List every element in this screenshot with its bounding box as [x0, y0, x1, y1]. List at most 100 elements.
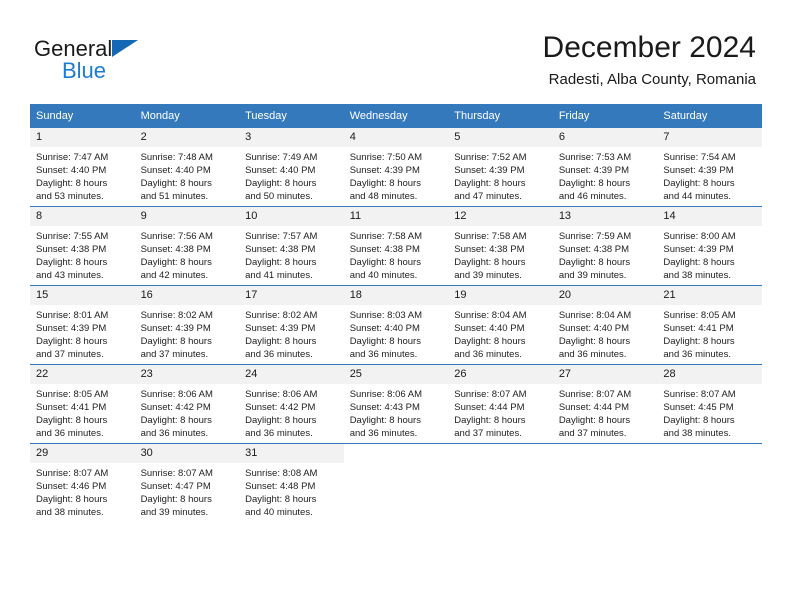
calendar-day-cell[interactable]: 16 Sunrise: 8:02 AM Sunset: 4:39 PM Dayligh… — [134, 285, 240, 365]
day-sunset-text: Sunset: 4:40 PM — [558, 323, 630, 334]
calendar-day-cell-empty — [552, 443, 658, 522]
calendar-day-cell[interactable]: 12 Sunrise: 7:58 AM Sunset: 4:38 PM Dayligh… — [448, 206, 553, 286]
day-details: Sunrise: 7:56 AM Sunset: 4:38 PM Daylight:… — [135, 226, 240, 282]
calendar-day-cell[interactable]: 15 Sunrise: 8:01 AM Sunset: 4:39 PM Dayligh… — [30, 285, 135, 365]
calendar-day-cell[interactable]: 7 Sunrise: 7:54 AM Sunset: 4:39 PM Daylight… — [657, 127, 762, 207]
day-sunset-text: Sunset: 4:47 PM — [140, 481, 211, 492]
calendar-day-cell[interactable]: 27 Sunrise: 8:07 AM Sunset: 4:44 PM Dayligh… — [552, 364, 658, 444]
calendar-day-cell[interactable]: 25 Sunrise: 8:06 AM Sunset: 4:43 PM Dayligh… — [343, 364, 449, 444]
day-sunrise-text: Sunrise: 8:02 AM — [140, 310, 213, 321]
day-sunrise-text: Sunrise: 7:55 AM — [36, 231, 109, 242]
calendar-day-cell[interactable]: 4 Sunrise: 7:50 AM Sunset: 4:39 PM Daylight… — [343, 127, 449, 207]
day-details: Sunrise: 7:54 AM Sunset: 4:39 PM Daylight:… — [657, 147, 762, 203]
weekday-header-sunday: Sunday — [30, 104, 135, 128]
day-sunrise-text: Sunrise: 8:03 AM — [349, 310, 423, 321]
calendar-day-cell[interactable]: 24 Sunrise: 8:06 AM Sunset: 4:42 PM Dayligh… — [239, 364, 344, 444]
day-number: 25 — [343, 365, 449, 384]
calendar-day-cell[interactable]: 2 Sunrise: 7:48 AM Sunset: 4:40 PM Daylight… — [134, 127, 240, 207]
calendar-header-row: Sunday Monday Tuesday Wednesday Thursday… — [30, 104, 762, 128]
calendar-day-cell[interactable]: 17 Sunrise: 8:02 AM Sunset: 4:39 PM Dayligh… — [239, 285, 344, 365]
calendar-day-cell[interactable]: 5 Sunrise: 7:52 AM Sunset: 4:39 PM Daylight… — [448, 127, 553, 207]
calendar-day-cell[interactable]: 14 Sunrise: 8:00 AM Sunset: 4:39 PM Dayligh… — [657, 206, 762, 286]
day-details — [344, 463, 449, 467]
day-sunset-text: Sunset: 4:39 PM — [36, 323, 107, 334]
day-daylight-line2-text: and 36 minutes. — [245, 349, 313, 360]
day-daylight-line2-text: and 38 minutes. — [663, 270, 731, 281]
calendar-day-cell[interactable]: 1 Sunrise: 7:47 AM Sunset: 4:40 PM Daylight… — [30, 127, 135, 207]
day-daylight-line1-text: Daylight: 8 hours — [245, 336, 317, 347]
day-daylight-line2-text: and 37 minutes. — [36, 349, 104, 360]
day-sunset-text: Sunset: 4:38 PM — [36, 244, 107, 255]
calendar-day-cell[interactable]: 23 Sunrise: 8:06 AM Sunset: 4:42 PM Dayligh… — [134, 364, 240, 444]
calendar-day-cell[interactable]: 9 Sunrise: 7:56 AM Sunset: 4:38 PM Daylight… — [134, 206, 240, 286]
day-number — [657, 444, 762, 463]
day-sunrise-text: Sunrise: 8:00 AM — [663, 231, 736, 242]
day-number: 1 — [30, 128, 135, 147]
day-sunrise-text: Sunrise: 8:06 AM — [140, 389, 213, 400]
calendar-page: General Blue December 2024 Radesti, Alba… — [0, 0, 792, 612]
calendar-day-cell[interactable]: 22 Sunrise: 8:05 AM Sunset: 4:41 PM Dayligh… — [30, 364, 135, 444]
calendar-day-cell[interactable]: 13 Sunrise: 7:59 AM Sunset: 4:38 PM Dayligh… — [552, 206, 658, 286]
calendar-day-cell[interactable]: 28 Sunrise: 8:07 AM Sunset: 4:45 PM Dayligh… — [657, 364, 762, 444]
day-sunrise-text: Sunrise: 7:58 AM — [454, 231, 527, 242]
day-details: Sunrise: 7:58 AM Sunset: 4:38 PM Daylight:… — [448, 226, 553, 282]
calendar-day-cell[interactable]: 30 Sunrise: 8:07 AM Sunset: 4:47 PM Dayligh… — [134, 443, 240, 522]
day-daylight-line1-text: Daylight: 8 hours — [454, 178, 526, 189]
day-sunset-text: Sunset: 4:39 PM — [140, 323, 211, 334]
day-number: 3 — [239, 128, 344, 147]
day-sunrise-text: Sunrise: 7:48 AM — [140, 152, 213, 163]
calendar-day-cell[interactable]: 19 Sunrise: 8:04 AM Sunset: 4:40 PM Dayligh… — [448, 285, 553, 365]
day-details: Sunrise: 7:58 AM Sunset: 4:38 PM Daylight:… — [344, 226, 449, 282]
day-number: 30 — [134, 444, 240, 463]
day-daylight-line2-text: and 40 minutes. — [245, 507, 313, 518]
day-sunset-text: Sunset: 4:41 PM — [36, 402, 107, 413]
day-daylight-line1-text: Daylight: 8 hours — [245, 178, 317, 189]
weekday-header-tuesday: Tuesday — [239, 104, 344, 128]
calendar-day-cell[interactable]: 6 Sunrise: 7:53 AM Sunset: 4:39 PM Daylight… — [552, 127, 658, 207]
day-details: Sunrise: 8:05 AM Sunset: 4:41 PM Daylight:… — [30, 384, 135, 440]
calendar-day-cell[interactable]: 3 Sunrise: 7:49 AM Sunset: 4:40 PM Daylight… — [239, 127, 344, 207]
calendar-day-cell-empty — [657, 443, 762, 522]
calendar-day-cell[interactable]: 10 Sunrise: 7:57 AM Sunset: 4:38 PM Dayligh… — [239, 206, 344, 286]
calendar-day-cell[interactable]: 20 Sunrise: 8:04 AM Sunset: 4:40 PM Dayligh… — [552, 285, 658, 365]
day-sunrise-text: Sunrise: 8:04 AM — [454, 310, 527, 321]
day-number: 31 — [239, 444, 344, 463]
day-sunset-text: Sunset: 4:41 PM — [663, 323, 734, 334]
day-number — [448, 444, 553, 463]
page-subtitle: Radesti, Alba County, Romania — [548, 71, 756, 88]
calendar-day-cell[interactable]: 8 Sunrise: 7:55 AM Sunset: 4:38 PM Daylight… — [30, 206, 135, 286]
calendar-day-cell[interactable]: 21 Sunrise: 8:05 AM Sunset: 4:41 PM Dayligh… — [657, 285, 762, 365]
day-daylight-line1-text: Daylight: 8 hours — [663, 415, 735, 426]
day-sunset-text: Sunset: 4:38 PM — [140, 244, 211, 255]
day-daylight-line1-text: Daylight: 8 hours — [558, 178, 631, 189]
day-daylight-line1-text: Daylight: 8 hours — [140, 257, 212, 268]
calendar-week-row: 15 Sunrise: 8:01 AM Sunset: 4:39 PM Dayligh… — [30, 285, 762, 365]
day-daylight-line1-text: Daylight: 8 hours — [140, 415, 212, 426]
calendar-day-cell[interactable]: 31 Sunrise: 8:08 AM Sunset: 4:48 PM Dayligh… — [239, 443, 344, 522]
day-sunset-text: Sunset: 4:38 PM — [349, 244, 420, 255]
calendar-table: Sunday Monday Tuesday Wednesday Thursday… — [30, 104, 762, 522]
day-number: 22 — [30, 365, 135, 384]
day-number: 24 — [239, 365, 344, 384]
day-number: 7 — [657, 128, 762, 147]
day-sunrise-text: Sunrise: 8:08 AM — [245, 468, 318, 479]
calendar-day-cell-empty — [343, 443, 449, 522]
day-daylight-line2-text: and 37 minutes. — [558, 428, 627, 439]
day-number: 23 — [134, 365, 240, 384]
day-number: 4 — [343, 128, 449, 147]
calendar-day-cell[interactable]: 11 Sunrise: 7:58 AM Sunset: 4:38 PM Dayligh… — [343, 206, 449, 286]
day-sunset-text: Sunset: 4:39 PM — [663, 165, 734, 176]
day-number: 17 — [239, 286, 344, 305]
calendar-day-cell[interactable]: 29 Sunrise: 8:07 AM Sunset: 4:46 PM Dayligh… — [30, 443, 135, 522]
day-daylight-line2-text: and 43 minutes. — [36, 270, 104, 281]
day-number: 19 — [448, 286, 553, 305]
day-daylight-line2-text: and 51 minutes. — [140, 191, 209, 202]
day-daylight-line1-text: Daylight: 8 hours — [245, 257, 317, 268]
calendar-day-cell[interactable]: 26 Sunrise: 8:07 AM Sunset: 4:44 PM Dayligh… — [448, 364, 553, 444]
day-sunrise-text: Sunrise: 8:07 AM — [663, 389, 736, 400]
day-daylight-line2-text: and 39 minutes. — [454, 270, 522, 281]
day-details: Sunrise: 7:59 AM Sunset: 4:38 PM Daylight:… — [553, 226, 658, 282]
brand-logo[interactable]: General Blue — [34, 36, 274, 88]
brand-name-blue: Blue — [62, 58, 107, 83]
calendar-day-cell[interactable]: 18 Sunrise: 8:03 AM Sunset: 4:40 PM Dayligh… — [343, 285, 449, 365]
